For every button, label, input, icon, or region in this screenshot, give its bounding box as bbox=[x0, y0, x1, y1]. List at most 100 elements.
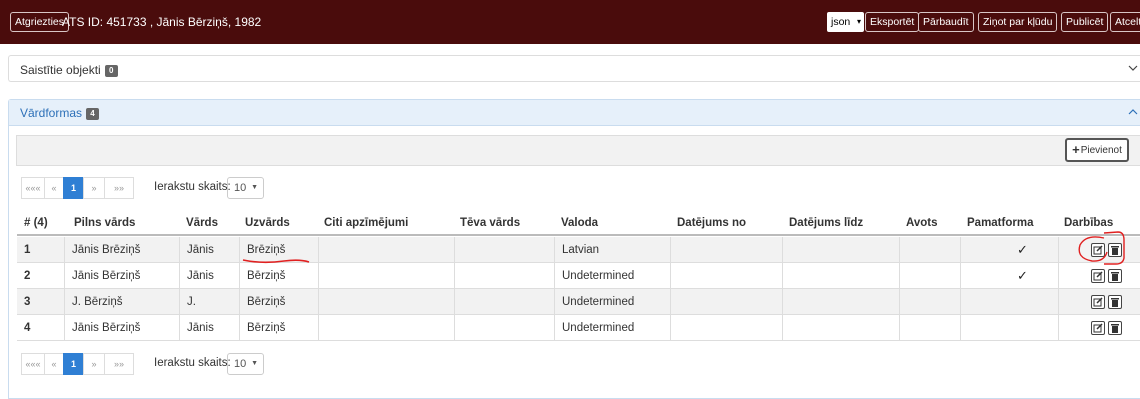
edit-icon[interactable] bbox=[1091, 243, 1105, 257]
page-size-value: 10 bbox=[234, 358, 247, 370]
page-size-value: 10 bbox=[234, 182, 247, 194]
linked-objects-panel[interactable]: Saistītie objekti 0 bbox=[8, 55, 1140, 82]
primary-cell bbox=[960, 289, 1058, 314]
other-cell bbox=[318, 289, 454, 314]
col-date-from: Datējums no bbox=[677, 217, 747, 229]
name-forms-header[interactable]: Vārdformas 4 bbox=[9, 100, 1140, 126]
format-select[interactable]: json ▾ bbox=[827, 12, 864, 32]
col-primary: Pamatforma bbox=[967, 217, 1034, 229]
actions-cell bbox=[1058, 315, 1140, 340]
first-name-cell: Jānis bbox=[179, 263, 239, 288]
next-page-button[interactable]: » bbox=[83, 353, 105, 375]
name-forms-title-wrap: Vārdformas 4 bbox=[20, 106, 100, 120]
source-cell bbox=[899, 237, 960, 262]
page-size-select[interactable]: 10 ▼ bbox=[227, 177, 264, 199]
chevron-down-icon: ▼ bbox=[251, 184, 258, 191]
col-other: Citi apzīmējumi bbox=[324, 217, 409, 229]
actions-cell bbox=[1058, 237, 1140, 262]
format-value: json bbox=[831, 16, 851, 28]
prev-page-button[interactable]: « bbox=[44, 177, 64, 199]
publish-button[interactable]: Publicēt bbox=[1061, 12, 1109, 32]
trash-icon[interactable] bbox=[1108, 243, 1122, 257]
language-cell: Undetermined bbox=[554, 289, 670, 314]
other-cell bbox=[318, 315, 454, 340]
table-row: 1 Jānis Brēziņš Jānis Brēziņš Latvian ✓ bbox=[17, 237, 1140, 263]
check-button[interactable]: Pārbaudīt bbox=[918, 12, 974, 32]
chevron-down-icon[interactable] bbox=[1128, 63, 1138, 73]
primary-cell: ✓ bbox=[960, 237, 1058, 262]
edit-icon[interactable] bbox=[1091, 269, 1105, 283]
cancel-button[interactable]: Atcelt bbox=[1110, 12, 1140, 32]
linked-objects-count: 0 bbox=[104, 65, 118, 77]
full-name-cell: J. Bērziņš bbox=[64, 289, 179, 314]
next-page-button[interactable]: » bbox=[83, 177, 105, 199]
top-bar: Atgriezties ATS ID: 451733 , Jānis Bērzi… bbox=[0, 0, 1140, 44]
checkmark-icon: ✓ bbox=[1017, 268, 1028, 283]
last-name-cell: Brēziņš bbox=[239, 237, 318, 262]
first-page-button[interactable]: ««« bbox=[21, 177, 45, 199]
page-size-select[interactable]: 10 ▼ bbox=[227, 353, 264, 375]
date-to-cell bbox=[782, 315, 899, 340]
add-button[interactable]: +Pievienot bbox=[1065, 138, 1129, 162]
table-row: 4 Jānis Bērziņš Jānis Bērziņš Undetermin… bbox=[17, 315, 1140, 341]
row-number: 4 bbox=[24, 322, 31, 334]
source-cell bbox=[899, 263, 960, 288]
col-number: # (4) bbox=[24, 217, 48, 229]
first-page-button[interactable]: ««« bbox=[21, 353, 45, 375]
trash-icon[interactable] bbox=[1108, 269, 1122, 283]
other-cell bbox=[318, 263, 454, 288]
name-forms-count: 4 bbox=[86, 108, 100, 120]
date-from-cell bbox=[670, 289, 782, 314]
record-title: ATS ID: 451733 , Jānis Bērziņš, 1982 bbox=[62, 15, 262, 29]
export-button[interactable]: Eksportēt bbox=[865, 12, 920, 32]
father-name-cell bbox=[454, 237, 554, 262]
primary-cell: ✓ bbox=[960, 263, 1058, 288]
name-forms-title: Vārdformas bbox=[20, 106, 83, 120]
col-language: Valoda bbox=[561, 217, 599, 229]
page-1-button[interactable]: 1 bbox=[63, 177, 84, 199]
last-page-button[interactable]: »» bbox=[104, 177, 134, 199]
actions-cell bbox=[1058, 289, 1140, 314]
linked-objects-header: Saistītie objekti 0 bbox=[20, 63, 118, 77]
chevron-up-icon[interactable] bbox=[1128, 107, 1138, 117]
other-cell bbox=[318, 237, 454, 262]
table-toolbar bbox=[16, 135, 1140, 166]
date-to-cell bbox=[782, 263, 899, 288]
plus-icon: + bbox=[1072, 142, 1080, 157]
page-size-label: Ierakstu skaits: bbox=[154, 357, 231, 369]
table-header: # (4) Pilns vārds Vārds Uzvārds Citi apz… bbox=[17, 212, 1140, 236]
last-name-cell: Bērziņš bbox=[239, 263, 318, 288]
table-row: 2 Jānis Bērziņš Jānis Bērziņš Undetermin… bbox=[17, 263, 1140, 289]
edit-icon[interactable] bbox=[1091, 321, 1105, 335]
trash-icon[interactable] bbox=[1108, 321, 1122, 335]
prev-page-button[interactable]: « bbox=[44, 353, 64, 375]
page-size-label: Ierakstu skaits: bbox=[154, 181, 231, 193]
report-error-button[interactable]: Ziņot par kļūdu bbox=[978, 12, 1058, 32]
col-date-to: Datējums līdz bbox=[789, 217, 864, 229]
edit-icon[interactable] bbox=[1091, 295, 1105, 309]
first-name-cell: Jānis bbox=[179, 237, 239, 262]
date-to-cell bbox=[782, 237, 899, 262]
row-number: 1 bbox=[24, 244, 31, 256]
row-number: 2 bbox=[24, 270, 31, 282]
last-page-button[interactable]: »» bbox=[104, 353, 134, 375]
father-name-cell bbox=[454, 263, 554, 288]
language-cell: Latvian bbox=[554, 237, 670, 262]
first-name-cell: J. bbox=[179, 289, 239, 314]
date-from-cell bbox=[670, 315, 782, 340]
chevron-down-icon: ▼ bbox=[251, 360, 258, 367]
full-name-cell: Jānis Bērziņš bbox=[64, 315, 179, 340]
col-actions: Darbības bbox=[1064, 217, 1114, 229]
last-name-cell: Bērziņš bbox=[239, 315, 318, 340]
date-to-cell bbox=[782, 289, 899, 314]
table-row: 3 J. Bērziņš J. Bērziņš Undetermined bbox=[17, 289, 1140, 315]
last-name-cell: Bērziņš bbox=[239, 289, 318, 314]
primary-cell bbox=[960, 315, 1058, 340]
page-1-button[interactable]: 1 bbox=[63, 353, 84, 375]
trash-icon[interactable] bbox=[1108, 295, 1122, 309]
full-name-cell: Jānis Bērziņš bbox=[64, 263, 179, 288]
back-button[interactable]: Atgriezties bbox=[10, 12, 70, 32]
full-name-cell: Jānis Brēziņš bbox=[64, 237, 179, 262]
row-number: 3 bbox=[24, 296, 31, 308]
actions-cell bbox=[1058, 263, 1140, 288]
